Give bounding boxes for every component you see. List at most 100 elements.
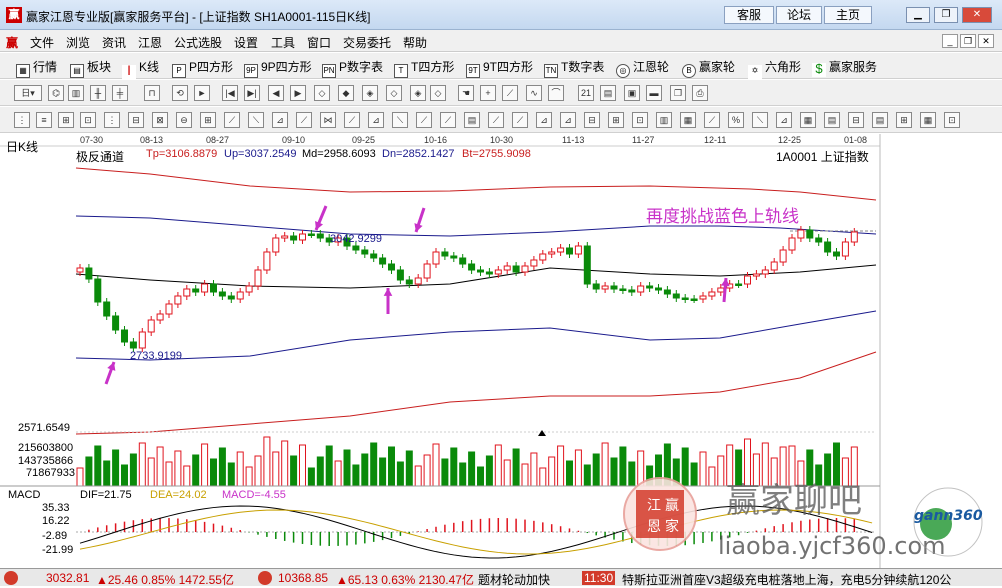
draw-tool-38-icon[interactable]: ⊞ xyxy=(896,112,912,128)
restore-chart-icon[interactable]: ⟲ xyxy=(172,85,188,101)
p-number-table-button[interactable]: PN P数字表 xyxy=(322,58,383,78)
percent-tool-icon[interactable]: % xyxy=(728,112,744,128)
zoom-in-icon[interactable]: ◇ xyxy=(314,85,330,101)
draw-tool-27-icon[interactable]: ⊡ xyxy=(632,112,648,128)
period-dropdown-icon[interactable]: 日▾ xyxy=(14,85,42,101)
menu-gann[interactable]: 江恩 xyxy=(138,34,162,51)
wave-icon[interactable]: ∿ xyxy=(526,85,542,101)
draw-tool-14-icon[interactable]: ⋈ xyxy=(320,112,336,128)
minimize-icon[interactable]: ▁ xyxy=(906,7,930,23)
forum-button[interactable]: 论坛 xyxy=(776,6,822,24)
draw-tool-40-icon[interactable]: ⊡ xyxy=(944,112,960,128)
arc-icon[interactable]: ⌒ xyxy=(548,85,564,101)
shift-right-icon[interactable]: ◇ xyxy=(430,85,446,101)
print-icon[interactable]: ⎙ xyxy=(692,85,708,101)
draw-tool-18-icon[interactable]: ⟋ xyxy=(416,112,432,128)
menu-settings[interactable]: 设置 xyxy=(234,34,258,51)
menu-trade[interactable]: 交易委托 xyxy=(343,34,391,51)
candlestick-icon[interactable]: ╫ xyxy=(90,85,106,101)
draw-tool-34-icon[interactable]: ▦ xyxy=(800,112,816,128)
news-headline[interactable]: 特斯拉亚洲首座V3超级充电桩落地上海，充电5分钟续航120公 xyxy=(622,571,951,588)
prev-icon[interactable]: ◀ xyxy=(268,85,284,101)
line-draw-icon[interactable]: ⟋ xyxy=(502,85,518,101)
draw-tool-39-icon[interactable]: ▦ xyxy=(920,112,936,128)
news-ticker-title[interactable]: 题材轮动加快 xyxy=(478,571,550,588)
hand-icon[interactable]: ☚ xyxy=(458,85,474,101)
draw-tool-33-icon[interactable]: ⊿ xyxy=(776,112,792,128)
draw-tool-36-icon[interactable]: ⊟ xyxy=(848,112,864,128)
lock-icon[interactable]: ⊓ xyxy=(144,85,160,101)
menu-browse[interactable]: 浏览 xyxy=(66,34,90,51)
draw-tool-1-icon[interactable]: ⋮ xyxy=(14,112,30,128)
shift-down-icon[interactable]: ◇ xyxy=(386,85,402,101)
winner-service-button[interactable]: $ 赢家服务 xyxy=(812,58,877,77)
gann-wheel-button[interactable]: ◎ 江恩轮 xyxy=(616,58,669,78)
draw-tool-2-icon[interactable]: ≡ xyxy=(36,112,52,128)
menu-help[interactable]: 帮助 xyxy=(403,34,427,51)
last-icon[interactable]: ▶| xyxy=(244,85,260,101)
draw-tool-20-icon[interactable]: ▤ xyxy=(464,112,480,128)
draw-tool-25-icon[interactable]: ⊟ xyxy=(584,112,600,128)
draw-tool-21-icon[interactable]: ⟋ xyxy=(488,112,504,128)
menu-window[interactable]: 窗口 xyxy=(307,34,331,51)
kline-style-icon[interactable]: ╪ xyxy=(112,85,128,101)
draw-tool-3-icon[interactable]: ⊞ xyxy=(58,112,74,128)
restore-icon[interactable]: ❐ xyxy=(934,7,958,23)
homepage-button[interactable]: 主页 xyxy=(824,6,872,24)
draw-tool-23-icon[interactable]: ⊿ xyxy=(536,112,552,128)
draw-tool-30-icon[interactable]: ⟋ xyxy=(704,112,720,128)
draw-tool-37-icon[interactable]: ▤ xyxy=(872,112,888,128)
calendar-icon[interactable]: 21 xyxy=(578,85,594,101)
draw-tool-7-icon[interactable]: ⊠ xyxy=(152,112,168,128)
draw-tool-16-icon[interactable]: ⊿ xyxy=(368,112,384,128)
draw-tool-4-icon[interactable]: ⊡ xyxy=(80,112,96,128)
close-icon[interactable]: ✕ xyxy=(962,7,992,23)
flag-icon[interactable]: ► xyxy=(194,85,210,101)
draw-tool-10-icon[interactable]: ⟋ xyxy=(224,112,240,128)
shift-up-icon[interactable]: ◈ xyxy=(362,85,378,101)
bar-chart-icon[interactable]: ▥ xyxy=(68,85,84,101)
9p-square-button[interactable]: 9P 9P四方形 xyxy=(244,58,312,78)
draw-tool-22-icon[interactable]: ⟋ xyxy=(512,112,528,128)
sectors-button[interactable]: ▤ 板块 xyxy=(70,58,111,78)
layout-icon[interactable]: ▬ xyxy=(646,85,662,101)
hexagram-button[interactable]: ✡ 六角形 xyxy=(748,58,801,79)
draw-tool-17-icon[interactable]: ⟍ xyxy=(392,112,408,128)
kline-button[interactable]: ┃ K线 xyxy=(122,58,159,79)
table-icon[interactable]: ▤ xyxy=(600,85,616,101)
draw-tool-26-icon[interactable]: ⊞ xyxy=(608,112,624,128)
draw-tool-19-icon[interactable]: ⟋ xyxy=(440,112,456,128)
draw-tool-29-icon[interactable]: ▦ xyxy=(680,112,696,128)
copy-icon[interactable]: ❐ xyxy=(670,85,686,101)
menu-formula[interactable]: 公式选股 xyxy=(174,34,222,51)
draw-tool-13-icon[interactable]: ⟋ xyxy=(296,112,312,128)
p-square-button[interactable]: P P四方形 xyxy=(172,58,233,78)
winner-wheel-button[interactable]: B 赢家轮 xyxy=(682,58,735,78)
t-number-table-button[interactable]: TN T数字表 xyxy=(544,58,604,78)
mdi-restore-icon[interactable]: ❐ xyxy=(960,34,976,48)
draw-tool-6-icon[interactable]: ⊟ xyxy=(128,112,144,128)
draw-tool-24-icon[interactable]: ⊿ xyxy=(560,112,576,128)
draw-tool-32-icon[interactable]: ⟍ xyxy=(752,112,768,128)
draw-tool-12-icon[interactable]: ⊿ xyxy=(272,112,288,128)
quotes-button[interactable]: ▦ 行情 xyxy=(16,58,57,78)
next-icon[interactable]: ▶ xyxy=(290,85,306,101)
shift-left-icon[interactable]: ◈ xyxy=(410,85,426,101)
mdi-close-icon[interactable]: ✕ xyxy=(978,34,994,48)
9t-square-button[interactable]: 9T 9T四方形 xyxy=(466,58,533,78)
chart-type-icon[interactable]: ⌬ xyxy=(48,85,64,101)
window-icon[interactable]: ▣ xyxy=(624,85,640,101)
circle-tool-icon[interactable]: ⊖ xyxy=(176,112,192,128)
mdi-minimize-icon[interactable]: _ xyxy=(942,34,958,48)
menu-file[interactable]: 文件 xyxy=(30,34,54,51)
menu-tools[interactable]: 工具 xyxy=(271,34,295,51)
draw-tool-9-icon[interactable]: ⊞ xyxy=(200,112,216,128)
draw-tool-28-icon[interactable]: ▥ xyxy=(656,112,672,128)
draw-tool-15-icon[interactable]: ⟋ xyxy=(344,112,360,128)
draw-tool-5-icon[interactable]: ⋮ xyxy=(104,112,120,128)
menu-info[interactable]: 资讯 xyxy=(102,34,126,51)
zoom-out-icon[interactable]: ◆ xyxy=(338,85,354,101)
t-square-button[interactable]: T T四方形 xyxy=(394,58,454,78)
customer-service-button[interactable]: 客服 xyxy=(724,6,774,24)
draw-tool-35-icon[interactable]: ▤ xyxy=(824,112,840,128)
